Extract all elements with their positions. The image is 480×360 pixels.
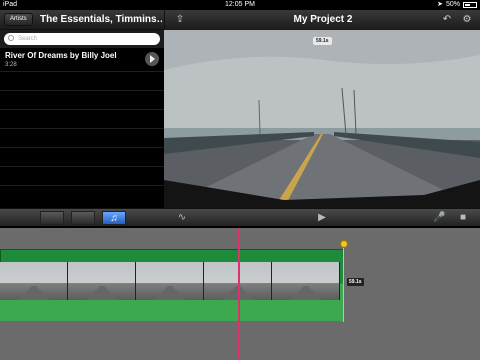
battery-percent: 50%: [445, 1, 460, 8]
camera-icon[interactable]: ■: [455, 211, 471, 225]
search-icon: [8, 35, 14, 41]
search-row: Search: [0, 30, 164, 48]
empty-row: [0, 129, 164, 148]
media-browser: Artists The Essentials, Timmins… Search …: [0, 10, 164, 208]
music-note-icon[interactable]: ♫: [102, 211, 126, 225]
film-icon[interactable]: [40, 211, 64, 225]
clip-thumbnails[interactable]: [0, 262, 342, 300]
search-placeholder: Search: [18, 36, 38, 42]
microphone-icon[interactable]: 🎤: [433, 211, 445, 225]
search-input[interactable]: Search: [4, 33, 160, 45]
clip-end-line: [343, 248, 344, 322]
song-duration: 3:28: [5, 62, 17, 68]
preview-time-badge: 59.1s: [313, 37, 332, 45]
list-item[interactable]: River Of Dreams by Billy Joel 3:28: [0, 48, 164, 72]
empty-row: [0, 148, 164, 167]
video-preview: 59.1s: [164, 30, 480, 208]
clip-thumbnail: [136, 262, 204, 300]
timeline[interactable]: 59.1s: [0, 228, 480, 360]
clip-duration-label: 59.1s: [347, 278, 364, 286]
clip-thumbnail: [68, 262, 136, 300]
play-preview-icon[interactable]: [145, 52, 159, 66]
empty-row: [0, 91, 164, 110]
play-icon[interactable]: ▶: [315, 211, 329, 225]
project-title: My Project 2: [293, 14, 353, 25]
empty-row: [0, 72, 164, 91]
playhead[interactable]: [238, 228, 240, 360]
battery-icon: [463, 2, 477, 8]
clock: 12:05 PM: [225, 1, 255, 8]
empty-row: [0, 167, 164, 186]
artists-back-button[interactable]: Artists: [4, 13, 33, 26]
gear-icon[interactable]: ⚙: [460, 13, 474, 27]
media-browser-header: Artists The Essentials, Timmins…: [0, 10, 164, 30]
status-right: ➤ 50%: [437, 0, 477, 10]
location-icon: ➤: [437, 1, 443, 8]
project-header: ⇪ My Project 2 ↶ ⚙: [164, 10, 480, 30]
song-title: River Of Dreams by Billy Joel: [5, 51, 117, 60]
status-bar: iPad 12:05 PM ➤ 50%: [0, 0, 480, 10]
undo-icon[interactable]: ↶: [440, 13, 454, 27]
preview-frame: [164, 30, 480, 208]
clip-end-handle[interactable]: [340, 240, 348, 248]
photos-icon[interactable]: [71, 211, 95, 225]
album-title: The Essentials, Timmins…: [40, 14, 162, 25]
clip-thumbnail: [272, 262, 340, 300]
empty-row: [0, 110, 164, 129]
waveform-icon[interactable]: ∿: [174, 211, 190, 225]
clip-thumbnail: [0, 262, 68, 300]
toolbar: ♫ ∿ ▶ 🎤 ■: [0, 208, 480, 227]
